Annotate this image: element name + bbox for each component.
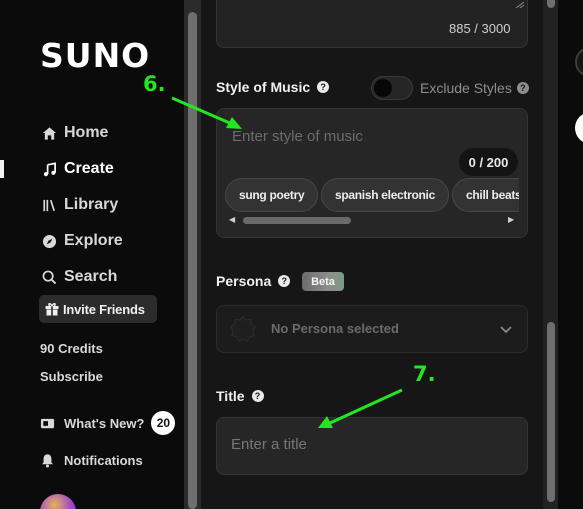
- nav-label-library: Library: [64, 196, 119, 213]
- subscribe-link[interactable]: Subscribe: [40, 369, 103, 384]
- style-of-music-input[interactable]: [232, 128, 452, 145]
- compass-icon: [40, 232, 58, 250]
- beta-badge: Beta: [302, 272, 344, 291]
- scroll-left-arrow-icon[interactable]: ◀: [229, 215, 235, 224]
- notifications-label: Notifications: [64, 453, 143, 468]
- help-icon[interactable]: ?: [317, 81, 330, 93]
- title-input[interactable]: [231, 436, 481, 453]
- right-panel-edge: [558, 0, 583, 509]
- step-7-annotation: 7.: [413, 362, 436, 386]
- news-icon: [40, 418, 55, 428]
- main-scrollbar-thumb[interactable]: [547, 322, 555, 502]
- scroll-right-arrow-icon[interactable]: ▶: [508, 215, 514, 224]
- style-of-music-text: Style of Music: [216, 79, 311, 95]
- chevron-down-icon[interactable]: [499, 322, 513, 336]
- search-icon: [40, 268, 58, 286]
- invite-friends-label: Invite Friends: [63, 301, 145, 317]
- persona-text: Persona: [216, 273, 272, 289]
- nav-label-create: Create: [64, 160, 114, 177]
- main-scrollbar-cap: [547, 0, 555, 8]
- whats-new-label: What's New?: [64, 415, 145, 431]
- invite-friends-button[interactable]: Invite Friends: [39, 295, 157, 323]
- persona-selected-value: No Persona selected: [271, 321, 399, 336]
- nav-item-create[interactable]: Create: [40, 157, 114, 181]
- library-icon: [40, 196, 58, 214]
- help-icon[interactable]: ?: [278, 275, 291, 287]
- nav-item-explore[interactable]: Explore: [40, 229, 123, 253]
- style-character-count: 0 / 200: [459, 148, 518, 176]
- music-note-icon: [40, 160, 58, 178]
- exclude-styles-label: Exclude Styles ?: [420, 80, 529, 96]
- gift-icon: [45, 303, 59, 316]
- active-indicator: [0, 160, 4, 178]
- title-text: Title: [216, 388, 245, 404]
- help-icon[interactable]: ?: [516, 82, 529, 94]
- credits-count: 90 Credits: [40, 341, 103, 356]
- lyrics-character-count: 885 / 3000: [449, 21, 511, 36]
- style-suggestion-chip[interactable]: chill beats: [452, 178, 519, 212]
- help-icon[interactable]: ?: [251, 390, 264, 402]
- whats-new-count-badge: 20: [151, 411, 176, 435]
- style-suggestions: sung poetry spanish electronic chill bea…: [225, 178, 519, 214]
- nav-item-library[interactable]: Library: [40, 193, 118, 217]
- exclude-styles-text: Exclude Styles: [420, 80, 512, 96]
- style-of-music-label: Style of Music ?: [216, 79, 330, 95]
- suno-logo[interactable]: SUNO: [40, 36, 150, 75]
- toggle-knob: [374, 79, 392, 97]
- avatar[interactable]: [40, 494, 76, 509]
- nav-label-search: Search: [64, 268, 118, 285]
- nav-label-explore: Explore: [64, 232, 123, 249]
- title-label: Title ?: [216, 388, 264, 404]
- style-suggestion-chip[interactable]: spanish electronic: [321, 178, 449, 212]
- persona-label: Persona ?: [216, 273, 291, 289]
- style-suggestion-chip[interactable]: sung poetry: [225, 178, 319, 212]
- notifications-button[interactable]: Notifications: [40, 453, 143, 468]
- nav-label-home: Home: [64, 124, 109, 141]
- step-6-annotation: 6.: [143, 72, 166, 96]
- nav-item-search[interactable]: Search: [40, 265, 117, 289]
- resize-handle-icon[interactable]: [514, 2, 524, 8]
- persona-placeholder-icon: [230, 316, 256, 342]
- sidebar-scrollbar-thumb[interactable]: [188, 12, 197, 509]
- home-icon: [40, 124, 58, 142]
- whats-new-button[interactable]: What's New? 20: [40, 411, 176, 435]
- bell-icon: [42, 454, 53, 468]
- suggestions-scrollbar-thumb[interactable]: [243, 217, 351, 224]
- nav-item-home[interactable]: Home: [40, 121, 108, 145]
